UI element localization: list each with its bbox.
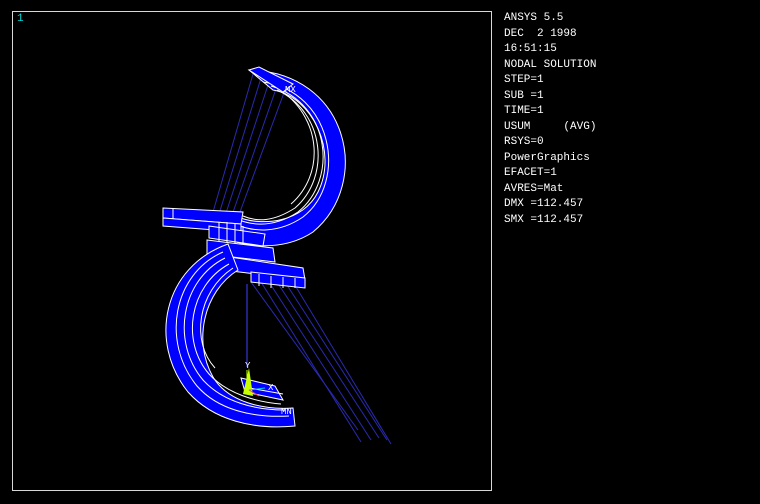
- time-value: TIME=1: [504, 105, 544, 117]
- solution-type: NODAL SOLUTION: [504, 58, 597, 71]
- graphics-viewport[interactable]: 1 MX MN Y X: [12, 11, 492, 491]
- max-solution-value: SMX =112.457: [504, 213, 584, 226]
- result-coordinate-system: RSYS=0: [504, 136, 544, 148]
- graphics-mode: PowerGraphics: [504, 151, 590, 164]
- element-facet: EFACET=1: [504, 167, 557, 179]
- max-marker: MX: [285, 85, 296, 95]
- max-displacement: DMX =112.457: [504, 198, 584, 210]
- averaging-mode: AVRES=Mat: [504, 182, 564, 195]
- triad-x-label: X: [268, 383, 274, 393]
- plot-time: 16:51:15: [504, 43, 557, 55]
- plot-date: DEC 2 1998: [504, 27, 577, 40]
- result-item: USUM (AVG): [504, 120, 597, 133]
- substep-value: SUB =1: [504, 89, 544, 102]
- program-version: ANSYS 5.5: [504, 12, 564, 24]
- step-value: STEP=1: [504, 74, 544, 86]
- triad-y-label: Y: [245, 361, 251, 371]
- model-annotations: MX MN Y X: [245, 85, 296, 417]
- min-marker: MN: [281, 407, 292, 417]
- results-legend: ANSYS 5.5 DEC 2 1998 16:51:15 NODAL SOLU…: [504, 11, 754, 228]
